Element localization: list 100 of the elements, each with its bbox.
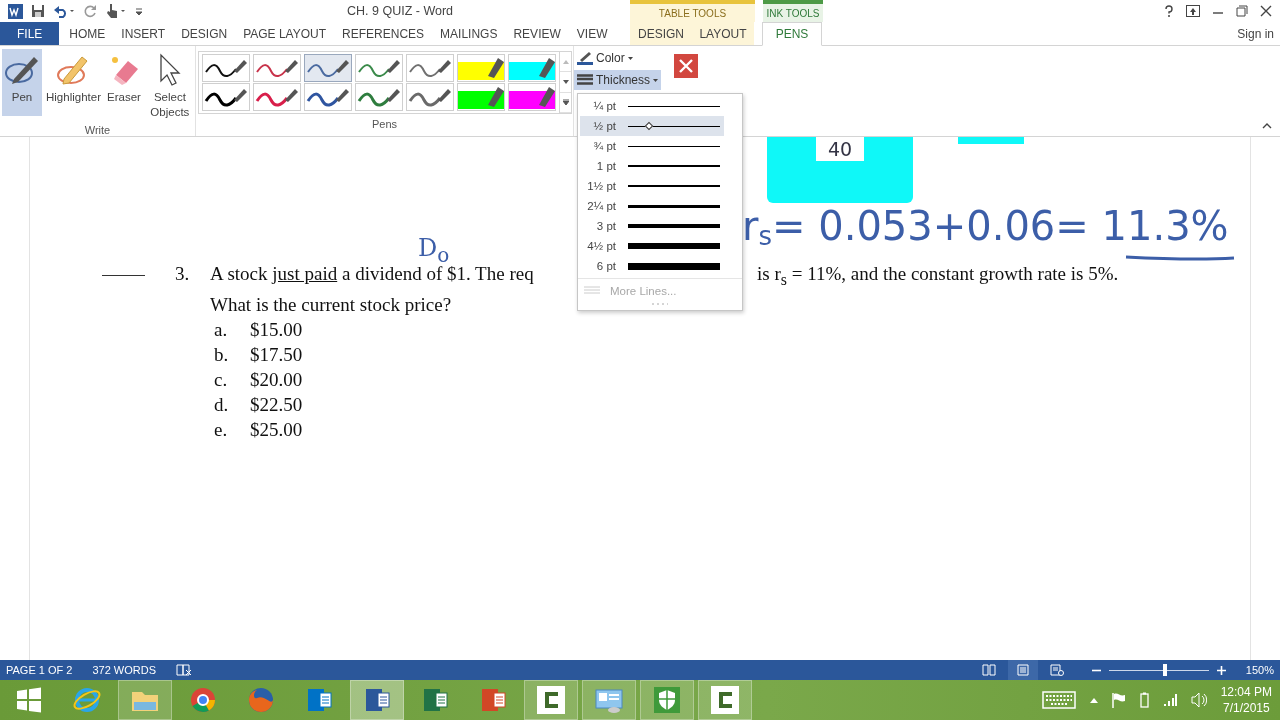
more-caret-icon	[562, 99, 569, 106]
shield-icon	[653, 686, 681, 714]
sign-in-link[interactable]: Sign in	[1237, 22, 1280, 45]
close-icon[interactable]	[1260, 5, 1272, 17]
zoom-level[interactable]: 150%	[1245, 664, 1274, 676]
thickness-option[interactable]: 4½ pt	[580, 236, 724, 256]
ribbon-tab[interactable]: PENS	[762, 22, 822, 46]
touch-mode-icon[interactable]	[105, 3, 127, 19]
word-count[interactable]: 372 WORDS	[92, 664, 156, 676]
customize-caret-icon[interactable]	[135, 6, 143, 16]
up-caret-icon	[562, 59, 569, 64]
choice-text: $25.00	[250, 417, 303, 442]
ribbon-tab[interactable]: REFERENCES	[334, 22, 433, 45]
taskbar-app[interactable]	[524, 680, 578, 720]
taskbar-app[interactable]	[640, 680, 694, 720]
ribbon-tab[interactable]: DESIGN	[173, 22, 236, 45]
word-logo-icon	[8, 3, 23, 19]
battery-icon[interactable]	[1139, 692, 1149, 708]
ribbon-tab[interactable]: HOME	[61, 22, 114, 45]
group-label: Pens	[370, 118, 399, 132]
line-weight-icon	[577, 74, 593, 86]
zoom-slider-thumb[interactable]	[1162, 664, 1167, 676]
choice-letter: c.	[214, 367, 229, 392]
close-x-icon	[679, 59, 694, 73]
browser-e-icon	[72, 685, 102, 715]
choice-letter: e.	[214, 417, 229, 442]
contextual-tab-header: TABLE TOOLS	[630, 0, 755, 22]
caret-icon	[653, 78, 659, 82]
camtasia-icon	[710, 685, 740, 715]
ink-tool-button[interactable]: Highlighter	[44, 49, 103, 116]
ink-formula: r$_{s}$= 0.053+0.06= 11.3%	[742, 203, 1229, 249]
excel-icon	[421, 686, 449, 714]
view-button[interactable]	[1007, 660, 1038, 680]
signal-icon[interactable]	[1162, 693, 1177, 707]
firefox-icon	[247, 686, 275, 714]
undo-icon[interactable]	[53, 4, 75, 18]
collapse-ribbon-icon[interactable]	[1262, 123, 1272, 129]
thickness-option[interactable]: ¾ pt	[580, 136, 724, 156]
choice-letter: b.	[214, 342, 230, 367]
word-icon	[363, 686, 391, 714]
redo-icon[interactable]	[83, 4, 97, 18]
outlook-icon	[305, 686, 333, 714]
chrome-icon	[189, 686, 217, 714]
page-count[interactable]: PAGE 1 OF 2	[6, 664, 73, 676]
color-button[interactable]: Color	[574, 48, 662, 68]
thickness-button[interactable]: Thickness	[574, 70, 662, 90]
taskbar-app[interactable]	[698, 680, 752, 720]
flag-icon[interactable]	[1111, 692, 1126, 708]
web-layout-icon	[1049, 664, 1064, 676]
window-title: CH. 9 QUIZ - Word	[346, 3, 454, 20]
resize-grip-icon	[651, 302, 669, 306]
choice-text: $22.50	[250, 392, 303, 417]
question-text: is r$_{s}$ = 11%, and the constant growth rate is 5%.	[757, 262, 1119, 290]
ribbon-tab[interactable]: REVIEW	[505, 22, 569, 45]
ribbon-tab[interactable]: PAGE LAYOUT	[235, 22, 335, 45]
choice-text: $15.00	[250, 317, 303, 342]
thickness-option[interactable]: ¼ pt	[580, 96, 724, 116]
choice-letter: d.	[214, 392, 230, 417]
choice-text: $17.50	[250, 342, 303, 367]
ribbon-display-icon[interactable]	[1186, 5, 1200, 17]
ribbon-tab[interactable]: FILE	[0, 22, 60, 45]
taskbar-app[interactable]	[350, 680, 404, 720]
thickness-option[interactable]: 1½ pt	[580, 176, 724, 196]
print-layout-icon	[1016, 664, 1029, 676]
show-hidden-icon[interactable]	[1089, 697, 1098, 703]
taskbar-app[interactable]	[582, 680, 636, 720]
choice-letter: a.	[214, 317, 229, 342]
caret-icon	[627, 56, 633, 60]
ribbon-tab[interactable]: INSERT	[113, 22, 174, 45]
windows-logo-icon	[16, 687, 42, 713]
down-caret-icon	[562, 80, 569, 84]
thickness-option[interactable]: 6 pt	[580, 256, 724, 276]
ink-tool-button[interactable]: Select Objects	[144, 49, 195, 124]
ribbon-tab[interactable]: LAYOUT	[692, 22, 754, 45]
highlighter-mark	[958, 137, 1024, 144]
proofing-icon[interactable]	[176, 664, 192, 676]
help-icon[interactable]	[1164, 5, 1174, 17]
choice-text: $20.00	[250, 367, 303, 392]
thickness-option[interactable]: 1 pt	[580, 156, 724, 176]
powerpoint-icon	[479, 686, 507, 714]
zoom-in-icon[interactable]	[1216, 665, 1226, 675]
stop-inking-button[interactable]	[674, 54, 699, 78]
contextual-tab-header: INK TOOLS	[763, 0, 823, 22]
ink-note: 40	[815, 137, 865, 161]
ribbon-tab[interactable]: VIEW	[568, 22, 616, 45]
ink-tool-button[interactable]: Pen	[2, 49, 42, 116]
ribbon-tab[interactable]: DESIGN	[630, 22, 692, 45]
thickness-option[interactable]: 2¼ pt	[580, 196, 724, 216]
lines-icon	[584, 285, 600, 296]
pen-color-icon	[577, 51, 593, 65]
question-text: What is the current stock price?	[210, 292, 452, 317]
keyboard-icon[interactable]	[1041, 691, 1076, 709]
thickness-option[interactable]: 3 pt	[580, 216, 724, 236]
restore-icon[interactable]	[1236, 5, 1248, 17]
save-icon[interactable]	[31, 4, 45, 18]
thickness-option[interactable]: ½ pt	[580, 116, 724, 136]
volume-icon[interactable]	[1190, 692, 1207, 708]
ribbon-tab[interactable]: MAILINGS	[432, 22, 506, 45]
ink-tool-button[interactable]: Eraser	[105, 49, 143, 116]
read-mode-icon	[981, 664, 996, 676]
